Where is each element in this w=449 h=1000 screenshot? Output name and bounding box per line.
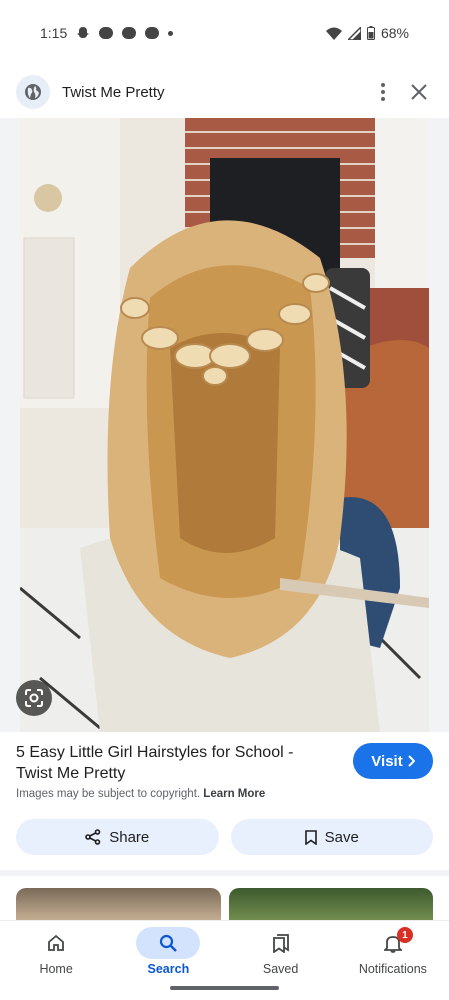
google-lens-button[interactable] [16,680,52,716]
battery-icon [366,26,375,40]
snapchat-icon [77,27,90,38]
result-title[interactable]: 5 Easy Little Girl Hairstyles for School… [16,742,316,784]
share-icon [85,829,101,845]
save-label: Save [324,828,359,846]
site-name[interactable]: Twist Me Pretty [62,84,165,101]
status-bar: 1:15 68% [0,0,449,66]
visit-label: Visit [371,752,403,770]
bookmark-icon [304,829,317,845]
viewer-header: Twist Me Pretty [0,66,449,118]
nav-home[interactable]: Home [0,921,112,1000]
gesture-bar[interactable] [170,986,279,990]
more-vert-icon[interactable] [381,83,385,101]
visit-button[interactable]: Visit [353,743,433,779]
nav-home-label: Home [39,962,73,976]
related-image-thumbnail[interactable] [16,888,221,920]
battery-percent: 68% [380,25,409,41]
nav-notifications-label: Notifications [358,962,427,976]
save-button[interactable]: Save [230,819,433,855]
chat-notification-icon [122,27,137,39]
bookmarks-icon [272,933,289,953]
nav-notifications[interactable]: 1 Notifications [337,921,449,1000]
copyright-notice: Images may be subject to copyright. Lear… [16,788,265,800]
search-icon [159,934,177,952]
copyright-text: Images may be subject to copyright. [16,788,201,800]
chat-notification-icon [99,27,114,39]
hairstyle-illustration [20,118,429,732]
nav-search-label: Search [147,962,190,976]
more-notifications-icon [168,30,174,36]
related-image-thumbnail[interactable] [228,888,433,920]
home-icon [48,934,65,951]
nav-saved-label: Saved [262,962,299,976]
lens-icon [25,689,43,707]
hairstyle-photo[interactable] [20,118,429,732]
chat-notification-icon [145,27,160,39]
related-images [16,888,433,920]
image-viewer[interactable] [0,118,449,732]
signal-icon [347,26,361,40]
share-button[interactable]: Share [16,819,219,855]
close-icon[interactable] [411,84,427,100]
share-label: Share [109,828,150,846]
action-row: Share Save [16,819,433,855]
learn-more-link[interactable]: Learn More [203,788,265,800]
notification-badge: 1 [396,927,413,943]
section-divider [0,870,449,876]
chevron-right-icon [407,755,415,767]
globe-icon [16,75,50,109]
result-info: 5 Easy Little Girl Hairstyles for School… [16,742,433,800]
wifi-icon [325,27,342,40]
status-time: 1:15 [40,25,68,41]
